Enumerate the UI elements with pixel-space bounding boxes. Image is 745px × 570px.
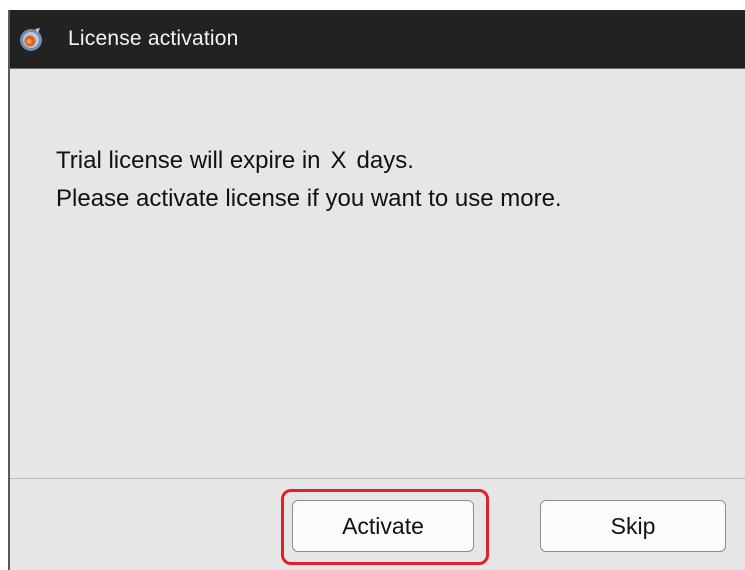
skip-button[interactable]: Skip — [540, 500, 726, 552]
window-title: License activation — [68, 27, 239, 50]
activate-prompt-line: Please activate license if you want to u… — [56, 185, 562, 212]
activate-button[interactable]: Activate — [292, 500, 474, 552]
license-message: Trial license will expire in Xdays. Pleas… — [56, 142, 562, 218]
expiry-suffix: days. — [356, 147, 414, 174]
title-bar: License activation — [10, 10, 745, 69]
expiry-line: Trial license will expire in Xdays. — [56, 142, 562, 180]
license-activation-dialog: License activation Trial license will ex… — [8, 10, 745, 570]
app-logo-icon — [20, 28, 42, 51]
days-remaining-value: X — [330, 147, 347, 174]
footer-divider — [10, 478, 745, 479]
expiry-prefix: Trial license will expire in — [56, 147, 321, 174]
